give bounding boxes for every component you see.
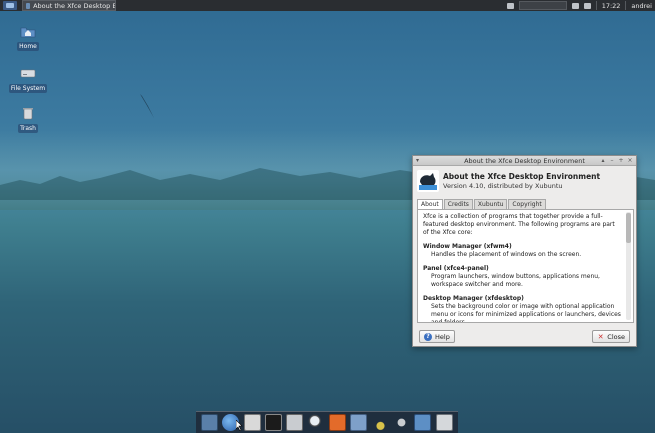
section-title: Window Manager (xfwm4) <box>423 243 512 250</box>
applications-menu-icon <box>6 3 14 8</box>
dialog-titlebar[interactable]: ▾ About the Xfce Desktop Environment ▴ –… <box>413 156 636 166</box>
tab-xubuntu[interactable]: Xubuntu <box>473 199 508 209</box>
desktop-icon-file-system[interactable]: File System <box>8 66 48 93</box>
software-center-icon[interactable] <box>329 414 347 431</box>
workspace-switcher[interactable] <box>518 1 567 10</box>
panel-clock[interactable]: 17:22 <box>602 2 621 10</box>
search-icon[interactable] <box>307 414 325 431</box>
tab-copyright[interactable]: Copyright <box>508 199 546 209</box>
section-title: Desktop Manager (xfdesktop) <box>423 295 524 302</box>
window-icon <box>26 2 31 9</box>
section-desc: Program launchers, window buttons, appli… <box>431 273 600 288</box>
top-panel: About the Xfce Desktop Environment 17:22… <box>0 0 655 11</box>
maximize-button[interactable]: + <box>618 157 624 164</box>
desktop-icon-label: File System <box>8 84 48 93</box>
volume-icon[interactable] <box>583 2 591 9</box>
text-editor-icon[interactable] <box>350 414 368 431</box>
network-icon[interactable] <box>506 2 514 9</box>
xfce-mouse-logo-icon <box>417 170 439 192</box>
settings-icon[interactable] <box>286 414 304 431</box>
trash-icon <box>23 108 33 120</box>
minimize-button[interactable]: – <box>609 157 615 164</box>
trash-icon[interactable] <box>435 414 453 431</box>
terminal-icon[interactable] <box>265 414 283 431</box>
help-button[interactable]: ? Help <box>419 330 455 343</box>
music-player-icon[interactable] <box>371 414 389 431</box>
dialog-header: About the Xfce Desktop Environment Versi… <box>413 166 636 196</box>
close-button-label: Close <box>607 332 625 341</box>
tab-credits[interactable]: Credits <box>443 199 473 209</box>
panel-separator <box>625 1 627 10</box>
drive-icon <box>20 69 36 78</box>
section-desc: Handles the placement of windows on the … <box>431 251 582 258</box>
about-dialog: ▾ About the Xfce Desktop Environment ▴ –… <box>412 155 637 347</box>
close-window-button[interactable]: × <box>627 157 633 164</box>
desktop-icon-label: Home <box>17 42 39 51</box>
dialog-heading: About the Xfce Desktop Environment <box>443 172 601 181</box>
mail-client-icon[interactable] <box>393 414 411 431</box>
file-manager-icon[interactable] <box>243 414 261 431</box>
help-icon: ? <box>424 332 432 341</box>
home-folder-icon <box>20 27 36 38</box>
desktop-icon-label: Trash <box>18 124 38 133</box>
panel-separator <box>595 1 597 10</box>
section-desc: Sets the background color or image with … <box>431 303 621 323</box>
scrollbar-thumb[interactable] <box>626 213 631 243</box>
help-button-label: Help <box>435 332 450 341</box>
close-button[interactable]: ✕ Close <box>592 330 630 343</box>
about-intro: Xfce is a collection of programs that to… <box>423 213 615 236</box>
close-icon: ✕ <box>597 332 604 341</box>
section-title: Panel (xfce4-panel) <box>423 265 489 272</box>
dialog-version: Version 4.10, distributed by Xubuntu <box>443 182 563 190</box>
desktop-icon-trash[interactable]: Trash <box>8 106 48 133</box>
dialog-tabs: About Credits Xubuntu Copyright <box>417 199 547 210</box>
wallpaper-bird <box>140 94 154 118</box>
mail-icon[interactable] <box>571 2 579 9</box>
panel-tray: 17:22 andrei <box>506 0 652 11</box>
taskbar-window-label: About the Xfce Desktop Environment <box>33 1 115 10</box>
panel-user[interactable]: andrei <box>631 2 652 10</box>
shade-button[interactable]: ▴ <box>600 157 606 164</box>
content-scrollbar[interactable] <box>626 212 631 320</box>
taskbar-window-button[interactable]: About the Xfce Desktop Environment <box>22 0 116 11</box>
desktop-icon-home[interactable]: Home <box>8 24 48 51</box>
applications-menu-button[interactable] <box>3 1 17 10</box>
about-content-panel[interactable]: Xfce is a collection of programs that to… <box>417 209 634 323</box>
show-desktop-icon[interactable] <box>201 414 219 431</box>
mouse-pointer-icon <box>236 420 243 431</box>
folder-icon[interactable] <box>414 414 432 431</box>
